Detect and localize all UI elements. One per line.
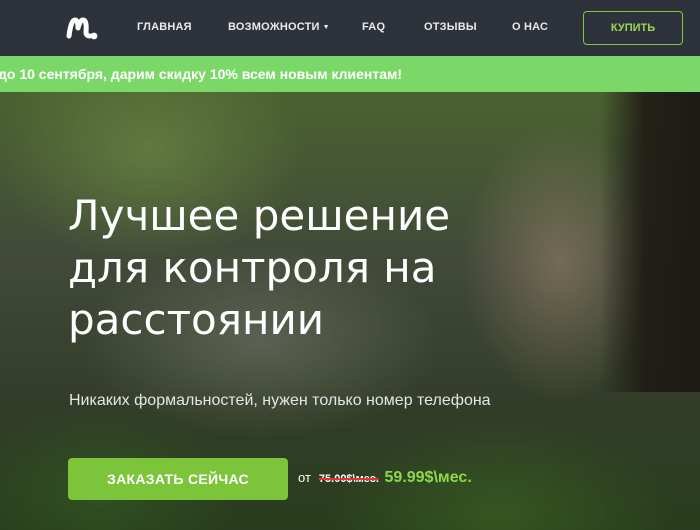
hero-headline-line: расстоянии — [68, 295, 325, 344]
old-price: 75.00$\мес. — [318, 473, 379, 485]
chevron-down-icon[interactable]: ▼ — [323, 24, 330, 31]
hero-headline-line: для контроля на — [68, 243, 437, 292]
nav-link-home[interactable]: ГЛАВНАЯ — [137, 21, 192, 33]
price-from-label: от — [298, 470, 311, 485]
top-navbar: ГЛАВНАЯ ВОЗМОЖНОСТИ ▼ FAQ ОТЗЫВЫ О НАС КУ… — [0, 0, 700, 56]
price-block: от 75.00$\мес. 59.99$\мес. — [298, 469, 472, 487]
nav-link-reviews[interactable]: ОТЗЫВЫ — [424, 21, 477, 33]
new-price: 59.99$\мес. — [384, 469, 472, 486]
nav-link-about[interactable]: О НАС — [512, 21, 548, 33]
promo-banner: до 10 сентября, дарим скидку 10% всем но… — [0, 56, 700, 92]
hero-subtitle: Никаких формальностей, нужен только номе… — [69, 392, 491, 409]
hero-section: Лучшее решение для контроля на расстояни… — [0, 92, 700, 530]
mspy-logo-icon[interactable] — [66, 14, 100, 42]
nav-link-features-label[interactable]: ВОЗМОЖНОСТИ — [228, 21, 320, 33]
nav-link-faq[interactable]: FAQ — [362, 21, 385, 33]
nav-link-features[interactable]: ВОЗМОЖНОСТИ ▼ — [228, 21, 330, 33]
order-now-button[interactable]: ЗАКАЗАТЬ СЕЙЧАС — [68, 458, 288, 500]
hero-headline-line: Лучшее решение — [68, 191, 451, 240]
buy-button[interactable]: КУПИТЬ — [583, 11, 683, 45]
promo-text: до 10 сентября, дарим скидку 10% всем но… — [0, 66, 403, 82]
hero-headline: Лучшее решение для контроля на расстояни… — [68, 190, 588, 346]
